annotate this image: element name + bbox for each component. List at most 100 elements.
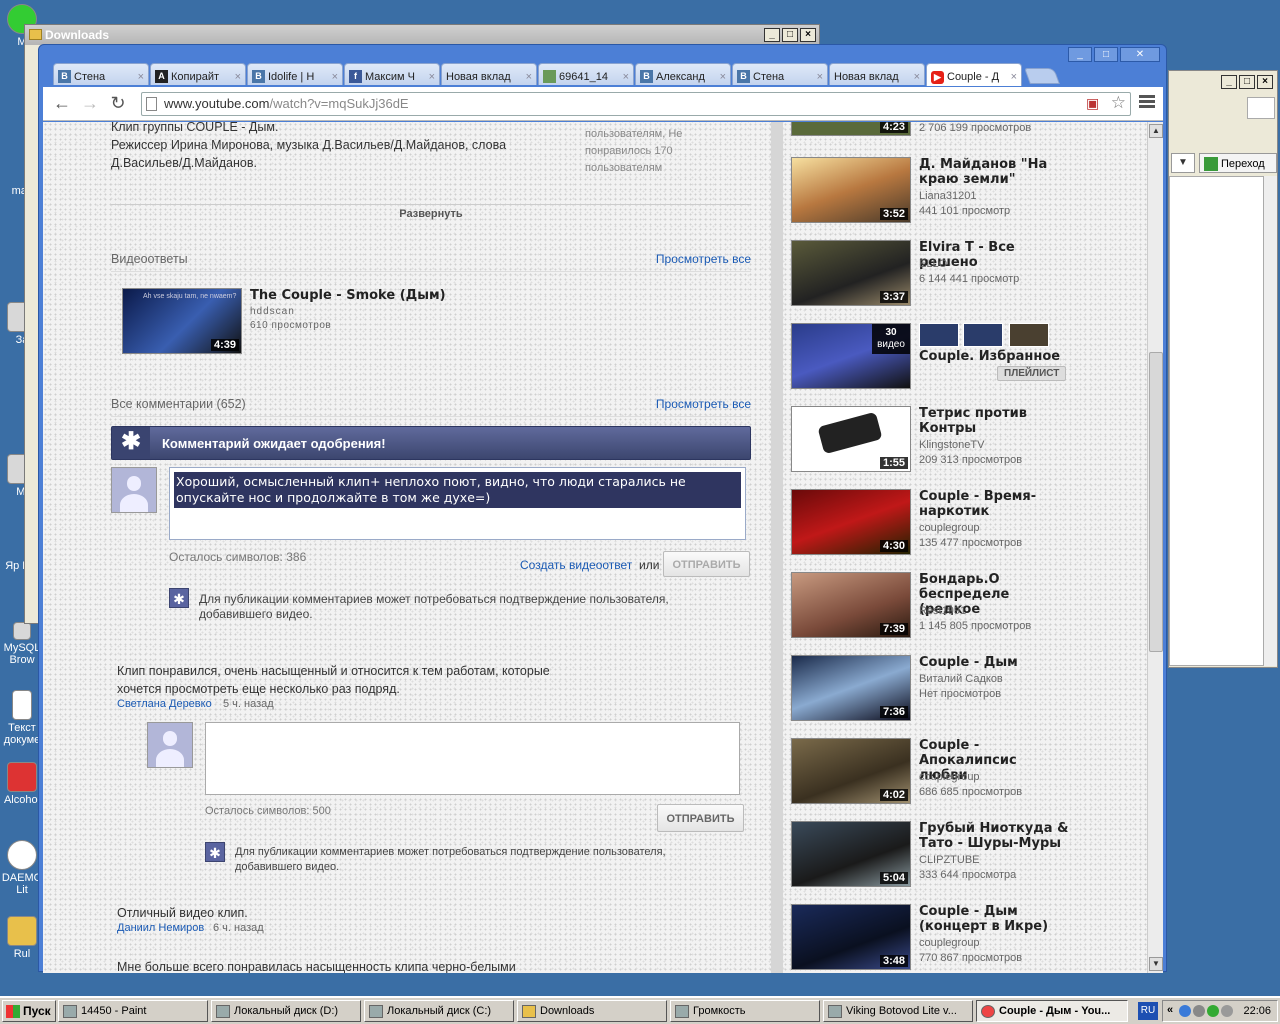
tab-4[interactable]: Новая вклад × xyxy=(441,63,537,85)
close-tab-icon[interactable]: × xyxy=(623,71,629,83)
close-tab-icon[interactable]: × xyxy=(429,71,435,83)
tab-7[interactable]: В Стена × xyxy=(732,63,828,85)
browser-window[interactable]: _ □ ✕ В Стена × A Копирайт × В Idolife | Н × f… xyxy=(38,44,1167,973)
maximize-button[interactable]: □ xyxy=(782,28,798,42)
playlist-thumbnail[interactable]: 30 видео xyxy=(791,323,911,389)
related-channel[interactable]: Rest1991 xyxy=(919,603,966,619)
related-channel[interactable]: Liana31201 xyxy=(919,188,977,204)
related-thumbnail[interactable]: 5:04 xyxy=(791,821,911,887)
related-channel[interactable]: couplegroup xyxy=(919,520,980,536)
scroll-up-button[interactable]: ▲ xyxy=(1149,124,1163,138)
app-tray-icon[interactable] xyxy=(1221,1005,1233,1017)
start-button[interactable]: Пуск xyxy=(2,1000,56,1022)
related-thumbnail[interactable]: 7:39 xyxy=(791,572,911,638)
tab-9-active[interactable]: ▶ Couple - Д × xyxy=(926,63,1022,86)
close-tab-icon[interactable]: × xyxy=(817,71,823,83)
go-button[interactable]: Переход xyxy=(1199,153,1277,173)
related-channel[interactable]: couplegroup xyxy=(919,935,980,951)
taskbar-item-downloads[interactable]: Downloads xyxy=(517,1000,667,1022)
video-response-thumbnail[interactable]: Ah vse skaju tam, ne nwaem? 4:39 xyxy=(122,288,242,354)
related-thumbnail[interactable]: 4:02 xyxy=(791,738,911,804)
related-thumbnail[interactable]: 3:52 xyxy=(791,157,911,223)
close-tab-icon[interactable]: × xyxy=(138,71,144,83)
extension-icon[interactable]: ▣ xyxy=(1086,95,1104,113)
close-tab-icon[interactable]: × xyxy=(914,71,920,83)
related-channel[interactable]: KlingstoneTV xyxy=(919,437,984,453)
tab-1[interactable]: A Копирайт × xyxy=(150,63,246,85)
related-title[interactable]: Д. Майданов "На краю земли" xyxy=(919,157,1059,187)
scroll-thumb[interactable] xyxy=(1149,352,1163,652)
maximize-button[interactable]: □ xyxy=(1239,75,1255,89)
menu-button[interactable] xyxy=(1139,95,1155,111)
volume-tray-icon[interactable] xyxy=(1193,1005,1205,1017)
reply-textarea[interactable] xyxy=(205,722,740,795)
minimize-button[interactable]: _ xyxy=(1221,75,1237,89)
scroll-down-button[interactable]: ▼ xyxy=(1149,957,1163,971)
reload-button[interactable]: ↻ xyxy=(107,93,129,115)
related-thumbnail[interactable]: 7:36 xyxy=(791,655,911,721)
network-tray-icon[interactable] xyxy=(1179,1005,1191,1017)
comment-author-link[interactable]: Даниил Немиров xyxy=(117,922,204,934)
tab-5[interactable]: 69641_14 × xyxy=(538,63,634,85)
playlist-mini-thumb[interactable] xyxy=(963,323,1003,347)
video-responses-see-all-link[interactable]: Просмотреть все xyxy=(656,252,751,266)
related-thumbnail[interactable]: 4:30 xyxy=(791,489,911,555)
back-button[interactable]: ← xyxy=(51,93,73,115)
video-response-title[interactable]: The Couple - Smoke (Дым) xyxy=(250,288,446,303)
close-tab-icon[interactable]: × xyxy=(720,71,726,83)
comment-textarea[interactable]: Хороший, осмысленный клип+ неплохо поют,… xyxy=(169,467,746,540)
related-thumbnail[interactable]: 1:55 xyxy=(791,406,911,472)
related-channel[interactable]: ELLO xyxy=(919,256,947,272)
bookmark-star-icon[interactable]: ☆ xyxy=(1111,93,1126,113)
close-button[interactable]: × xyxy=(1257,75,1273,89)
tab-3[interactable]: f Максим Ч × xyxy=(344,63,440,85)
page-scrollbar[interactable]: ▲ ▼ xyxy=(1147,122,1163,973)
taskbar-item-disk-d[interactable]: Локальный диск (D:) xyxy=(211,1000,361,1022)
related-title[interactable]: Couple - Время-наркотик xyxy=(919,489,1049,519)
playlist-mini-thumb[interactable] xyxy=(919,323,959,347)
related-channel[interactable]: couplegroup xyxy=(919,769,980,785)
new-tab-button[interactable] xyxy=(1024,68,1060,84)
tab-6[interactable]: В Александ × xyxy=(635,63,731,85)
taskbar-item-paint[interactable]: 14450 - Paint xyxy=(58,1000,208,1022)
address-dropdown[interactable]: ▼ xyxy=(1171,153,1195,173)
close-button[interactable]: × xyxy=(800,28,816,42)
close-tab-icon[interactable]: × xyxy=(235,71,241,83)
address-bar[interactable]: www.youtube.com/watch?v=mqSukJj36dE ▣ ☆ xyxy=(141,92,1131,116)
taskbar-item-disk-c[interactable]: Локальный диск (C:) xyxy=(364,1000,514,1022)
tab-2[interactable]: В Idolife | Н × xyxy=(247,63,343,85)
background-window-right[interactable]: _ □ × ▼ Переход xyxy=(1168,70,1278,668)
minimize-button[interactable]: _ xyxy=(764,28,780,42)
related-thumbnail[interactable]: 4:23 xyxy=(791,122,911,136)
comments-see-all-link[interactable]: Просмотреть все xyxy=(656,397,751,411)
related-channel[interactable]: Виталий Садков xyxy=(919,671,1003,687)
related-thumbnail[interactable]: 3:37 xyxy=(791,240,911,306)
close-button[interactable]: ✕ xyxy=(1120,47,1160,62)
send-button[interactable]: ОТПРАВИТЬ xyxy=(663,551,750,577)
related-title[interactable]: Couple - Дым (концерт в Икре) xyxy=(919,904,1079,934)
close-tab-icon[interactable]: × xyxy=(1011,71,1017,83)
taskbar-item-chrome[interactable]: Couple - Дым - You... xyxy=(976,1000,1128,1022)
playlist-mini-thumb[interactable] xyxy=(1009,323,1049,347)
minimize-button[interactable]: _ xyxy=(1068,47,1092,62)
tab-0[interactable]: В Стена × xyxy=(53,63,149,85)
close-tab-icon[interactable]: × xyxy=(526,71,532,83)
taskbar-item-viking[interactable]: Viking Botovod Lite v... xyxy=(823,1000,973,1022)
reply-send-button[interactable]: ОТПРАВИТЬ xyxy=(657,804,744,832)
scrollbar[interactable] xyxy=(1263,176,1277,666)
create-video-reply-link[interactable]: Создать видеоответ xyxy=(520,558,632,572)
tab-8[interactable]: Новая вклад × xyxy=(829,63,925,85)
app-tray-icon[interactable] xyxy=(1207,1005,1219,1017)
related-channel[interactable]: CLIPZTUBE xyxy=(919,852,980,868)
related-thumbnail[interactable]: 3:48 xyxy=(791,904,911,970)
taskbar-item-volume[interactable]: Громкость xyxy=(670,1000,820,1022)
forward-button[interactable]: → xyxy=(79,93,101,115)
language-indicator[interactable]: RU xyxy=(1138,1002,1158,1020)
expand-button[interactable]: Развернуть xyxy=(111,208,751,220)
downloads-titlebar[interactable]: Downloads _ □ × xyxy=(25,25,819,45)
tray-expand-icon[interactable]: « xyxy=(1167,1004,1173,1016)
related-title[interactable]: Тетрис против Контры xyxy=(919,406,1049,436)
comment-author-link[interactable]: Светлана Деревко xyxy=(117,698,212,710)
close-tab-icon[interactable]: × xyxy=(332,71,338,83)
related-title[interactable]: Грубый Ниоткуда & Тато - Шуры-Муры xyxy=(919,821,1079,851)
